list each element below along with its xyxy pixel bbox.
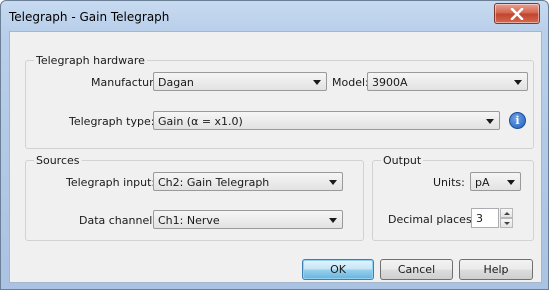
dialog-window: Telegraph - Gain Telegraph Telegraph har… xyxy=(0,0,549,290)
help-button[interactable]: Help xyxy=(459,259,533,280)
group-label-sources: Sources xyxy=(34,154,82,167)
manufacturer-select[interactable]: Dagan xyxy=(153,72,327,91)
manufacturer-value: Dagan xyxy=(158,76,194,89)
units-label: Units: xyxy=(433,176,465,189)
ok-button[interactable]: OK xyxy=(302,259,374,280)
chevron-down-icon xyxy=(507,180,515,185)
close-button[interactable] xyxy=(494,3,540,24)
model-value: 3900A xyxy=(372,76,408,89)
chevron-down-icon xyxy=(313,80,321,85)
title-bar[interactable]: Telegraph - Gain Telegraph xyxy=(1,1,548,31)
telegraph-type-label: Telegraph type: xyxy=(69,115,155,128)
data-channel-value: Ch1: Nerve xyxy=(158,214,220,227)
cancel-button[interactable]: Cancel xyxy=(380,259,453,280)
model-select[interactable]: 3900A xyxy=(367,72,528,91)
info-icon[interactable]: i xyxy=(509,112,526,129)
units-select[interactable]: pA xyxy=(470,172,521,191)
telegraph-input-value: Ch2: Gain Telegraph xyxy=(158,176,270,189)
decimal-places-value: 3 xyxy=(476,212,483,225)
chevron-down-icon xyxy=(514,80,522,85)
chevron-down-icon xyxy=(329,180,337,185)
telegraph-type-select[interactable]: Gain (α = x1.0) xyxy=(153,111,500,130)
decimal-places-label: Decimal places: xyxy=(388,213,476,226)
data-channel-label: Data channel: xyxy=(79,214,156,227)
spin-down-icon[interactable] xyxy=(500,218,513,228)
chevron-down-icon xyxy=(486,119,494,124)
decimal-places-input[interactable]: 3 xyxy=(471,208,499,228)
telegraph-input-label: Telegraph input: xyxy=(66,176,156,189)
units-value: pA xyxy=(475,176,490,189)
telegraph-input-select[interactable]: Ch2: Gain Telegraph xyxy=(153,172,343,191)
group-label-hardware: Telegraph hardware xyxy=(34,54,147,67)
model-label: Model: xyxy=(332,76,369,89)
decimal-places-stepper[interactable] xyxy=(500,208,513,228)
telegraph-type-value: Gain (α = x1.0) xyxy=(158,115,243,128)
chevron-down-icon xyxy=(329,218,337,223)
data-channel-select[interactable]: Ch1: Nerve xyxy=(153,210,343,229)
dialog-body: Telegraph hardware Manufacturer: Dagan M… xyxy=(9,31,542,283)
close-icon xyxy=(495,4,539,23)
window-title: Telegraph - Gain Telegraph xyxy=(9,10,170,24)
group-label-output: Output xyxy=(381,154,424,167)
spin-up-icon[interactable] xyxy=(500,208,513,218)
